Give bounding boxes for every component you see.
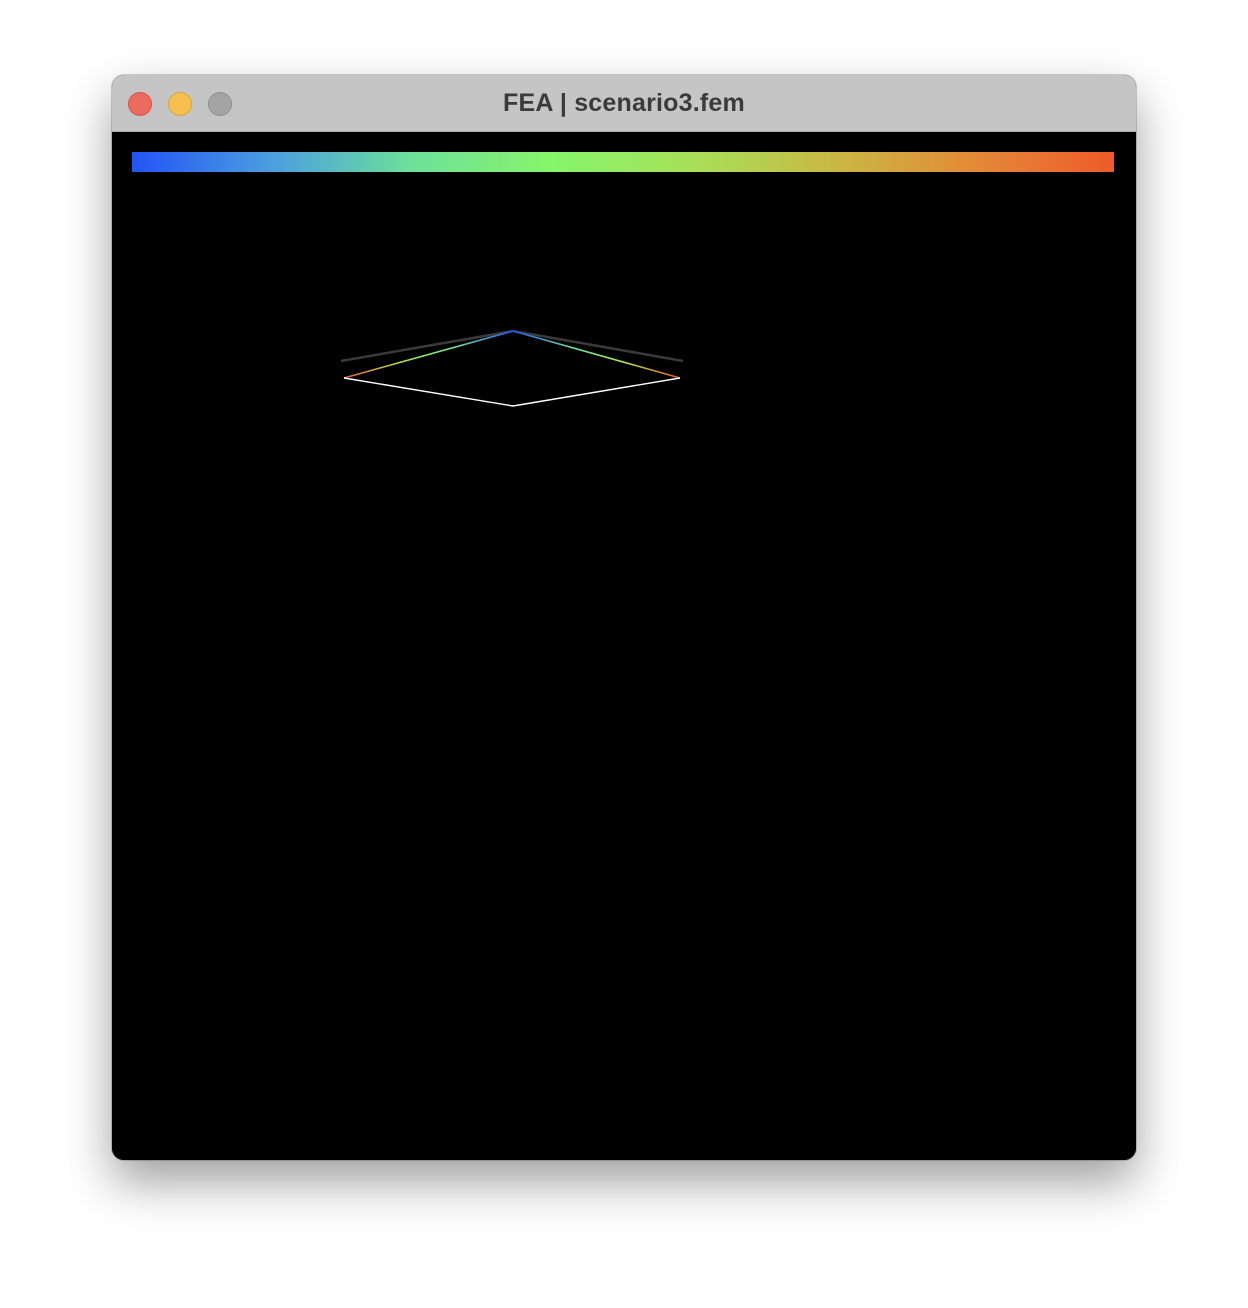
fea-viewport[interactable]: [112, 132, 1136, 1160]
reference-edge-right: [512, 329, 684, 363]
mesh-edge-lower-right: [512, 377, 681, 407]
window-title: FEA | scenario3.fem: [503, 89, 745, 117]
stress-edge-right: [512, 330, 681, 379]
mesh-view: [340, 329, 684, 407]
mesh-edge-lower-left: [343, 377, 514, 407]
title-bar[interactable]: FEA | scenario3.fem: [112, 75, 1136, 132]
reference-edge-left: [340, 329, 514, 363]
stress-edge-left: [343, 330, 514, 379]
app-window: FEA | scenario3.fem: [112, 75, 1136, 1160]
